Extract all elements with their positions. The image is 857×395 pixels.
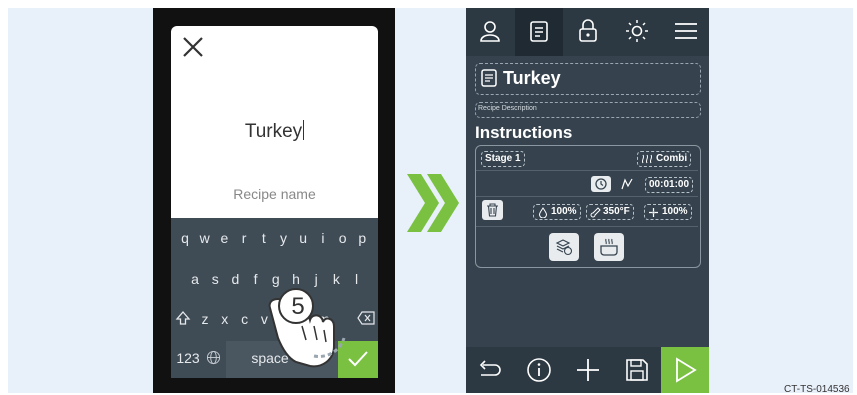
key-y[interactable]: y [275, 230, 293, 246]
backspace-icon[interactable] [357, 311, 375, 325]
stage-label[interactable]: Stage 1 [481, 151, 525, 167]
user-icon[interactable] [477, 18, 503, 44]
recipe-description-placeholder: Recipe Description [478, 105, 537, 112]
cooking-mode-label: Combi [656, 153, 688, 164]
key-w[interactable]: w [196, 230, 214, 246]
recipe-icon[interactable] [526, 18, 552, 44]
key-x[interactable]: x [216, 311, 234, 327]
text-caret [303, 120, 305, 140]
temperature-chip[interactable]: 350°F [586, 204, 634, 220]
add-icon[interactable] [575, 357, 601, 383]
key-a[interactable]: a [186, 271, 204, 287]
recipe-name-input[interactable]: Turkey [171, 120, 378, 143]
add-preheat-button[interactable] [549, 233, 579, 261]
double-chevron-right-icon [407, 174, 459, 232]
document-code: CT-TS-014536 [784, 384, 850, 395]
delete-stage-button[interactable] [482, 200, 503, 220]
timer-mode-button[interactable] [591, 176, 611, 192]
step-number-badge: 5 [291, 293, 305, 320]
thermometer-icon [590, 207, 601, 218]
add-cook-step-button[interactable] [594, 233, 624, 261]
key-i[interactable]: i [314, 230, 332, 246]
steam-icon [641, 154, 653, 164]
fan-value: 100% [662, 206, 688, 217]
humidity-chip[interactable]: 100% [533, 204, 581, 220]
key-d[interactable]: d [226, 271, 244, 287]
pointing-hand-icon [268, 288, 346, 368]
recipe-icon [481, 69, 497, 87]
trash-icon [487, 203, 498, 217]
settings-sun-icon[interactable] [624, 18, 650, 44]
stage-divider [476, 226, 698, 227]
humidity-value: 100% [551, 206, 577, 217]
recipe-name-value: Turkey [244, 121, 303, 142]
play-icon [676, 357, 697, 383]
key-t[interactable]: t [255, 230, 273, 246]
fan-icon [649, 208, 658, 217]
close-icon[interactable] [180, 34, 206, 60]
probe-icon[interactable] [620, 177, 634, 191]
stage-divider [476, 196, 698, 197]
lock-icon[interactable] [575, 18, 601, 44]
pot-icon [600, 238, 618, 256]
globe-icon[interactable] [206, 350, 221, 365]
key-u[interactable]: u [294, 230, 312, 246]
save-icon[interactable] [624, 357, 650, 383]
cooking-mode-chip[interactable]: Combi [637, 151, 692, 167]
key-q[interactable]: q [176, 230, 194, 246]
recipe-name-placeholder: Recipe name [233, 186, 316, 202]
clock-icon [595, 178, 607, 190]
key-o[interactable]: o [334, 230, 352, 246]
layers-timer-icon [555, 239, 573, 256]
key-r[interactable]: r [235, 230, 253, 246]
start-cooking-button[interactable] [661, 347, 709, 393]
humidity-drop-icon [538, 207, 548, 218]
fan-chip[interactable]: 100% [644, 204, 692, 220]
info-icon[interactable] [526, 357, 552, 383]
menu-icon[interactable] [673, 18, 699, 44]
key-z[interactable]: z [196, 311, 214, 327]
key-e[interactable]: e [215, 230, 233, 246]
back-icon[interactable] [477, 357, 503, 383]
key-p[interactable]: p [353, 230, 371, 246]
shift-icon[interactable] [175, 310, 191, 326]
temperature-value: 350°F [603, 206, 630, 217]
recipe-title: Turkey [503, 68, 561, 88]
key-c[interactable]: c [236, 311, 254, 327]
key-s[interactable]: s [206, 271, 224, 287]
timer-value[interactable]: 00:01:00 [645, 177, 694, 193]
instructions-heading: Instructions [475, 123, 573, 142]
stage-divider [476, 170, 698, 171]
numbers-key[interactable]: 123 [176, 350, 200, 366]
